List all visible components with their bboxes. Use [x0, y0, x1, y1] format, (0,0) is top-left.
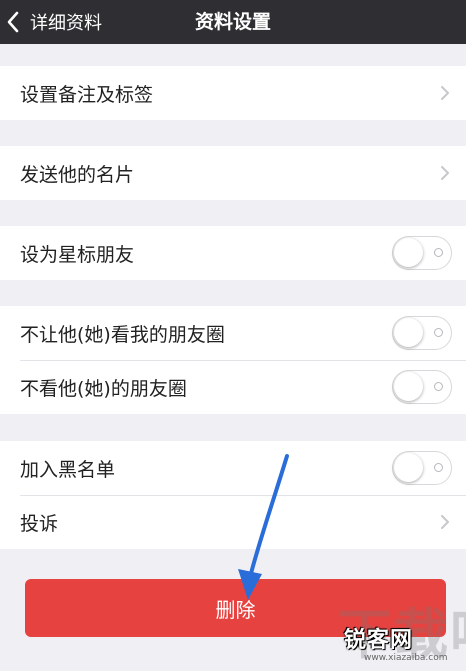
- watermark-url: www.xiazaiba.com: [364, 653, 448, 663]
- settings-group-remark: 设置备注及标签: [0, 66, 466, 120]
- chevron-right-icon: [441, 86, 449, 100]
- toggle-knob: [394, 238, 423, 267]
- send-contact-card-item[interactable]: 发送他的名片: [0, 146, 466, 200]
- star-friend-toggle[interactable]: [392, 236, 452, 270]
- toggle-knob: [394, 453, 423, 482]
- star-friend-item: 设为星标朋友: [0, 226, 466, 280]
- toggle-off-indicator-icon: [434, 382, 443, 391]
- settings-group-block: 加入黑名单 投诉: [0, 441, 466, 549]
- add-to-blacklist-item: 加入黑名单: [0, 441, 466, 495]
- delete-button-label: 删除: [215, 597, 256, 622]
- hide-their-moments-toggle[interactable]: [392, 370, 452, 404]
- hide-their-moments-item: 不看他(她)的朋友圈: [0, 360, 466, 414]
- report-label: 投诉: [20, 512, 59, 535]
- send-contact-card-label: 发送他的名片: [20, 163, 135, 186]
- hide-my-moments-item: 不让他(她)看我的朋友圈: [0, 306, 466, 360]
- star-friend-label: 设为星标朋友: [20, 243, 135, 266]
- add-to-blacklist-label: 加入黑名单: [20, 458, 116, 481]
- report-item[interactable]: 投诉: [0, 495, 466, 549]
- settings-group-star: 设为星标朋友: [0, 226, 466, 280]
- toggle-knob: [394, 372, 423, 401]
- page-title: 资料设置: [194, 11, 271, 33]
- chevron-right-icon: [441, 166, 449, 180]
- set-remark-and-tags-item[interactable]: 设置备注及标签: [0, 66, 466, 120]
- toggle-off-indicator-icon: [434, 463, 443, 472]
- chevron-right-icon: [441, 515, 449, 529]
- add-to-blacklist-toggle[interactable]: [392, 451, 452, 485]
- toggle-off-indicator-icon: [434, 248, 443, 257]
- settings-group-share: 发送他的名片: [0, 146, 466, 200]
- watermark-logo: 锐客网: [344, 628, 414, 653]
- toggle-knob: [394, 318, 423, 347]
- hide-their-moments-label: 不看他(她)的朋友圈: [20, 377, 187, 400]
- navigation-bar: 详细资料 资料设置: [0, 0, 466, 44]
- toggle-off-indicator-icon: [434, 328, 443, 337]
- hide-my-moments-toggle[interactable]: [392, 316, 452, 350]
- set-remark-and-tags-label: 设置备注及标签: [20, 83, 154, 106]
- hide-my-moments-label: 不让他(她)看我的朋友圈: [20, 323, 225, 346]
- settings-group-moments: 不让他(她)看我的朋友圈 不看他(她)的朋友圈: [0, 306, 466, 414]
